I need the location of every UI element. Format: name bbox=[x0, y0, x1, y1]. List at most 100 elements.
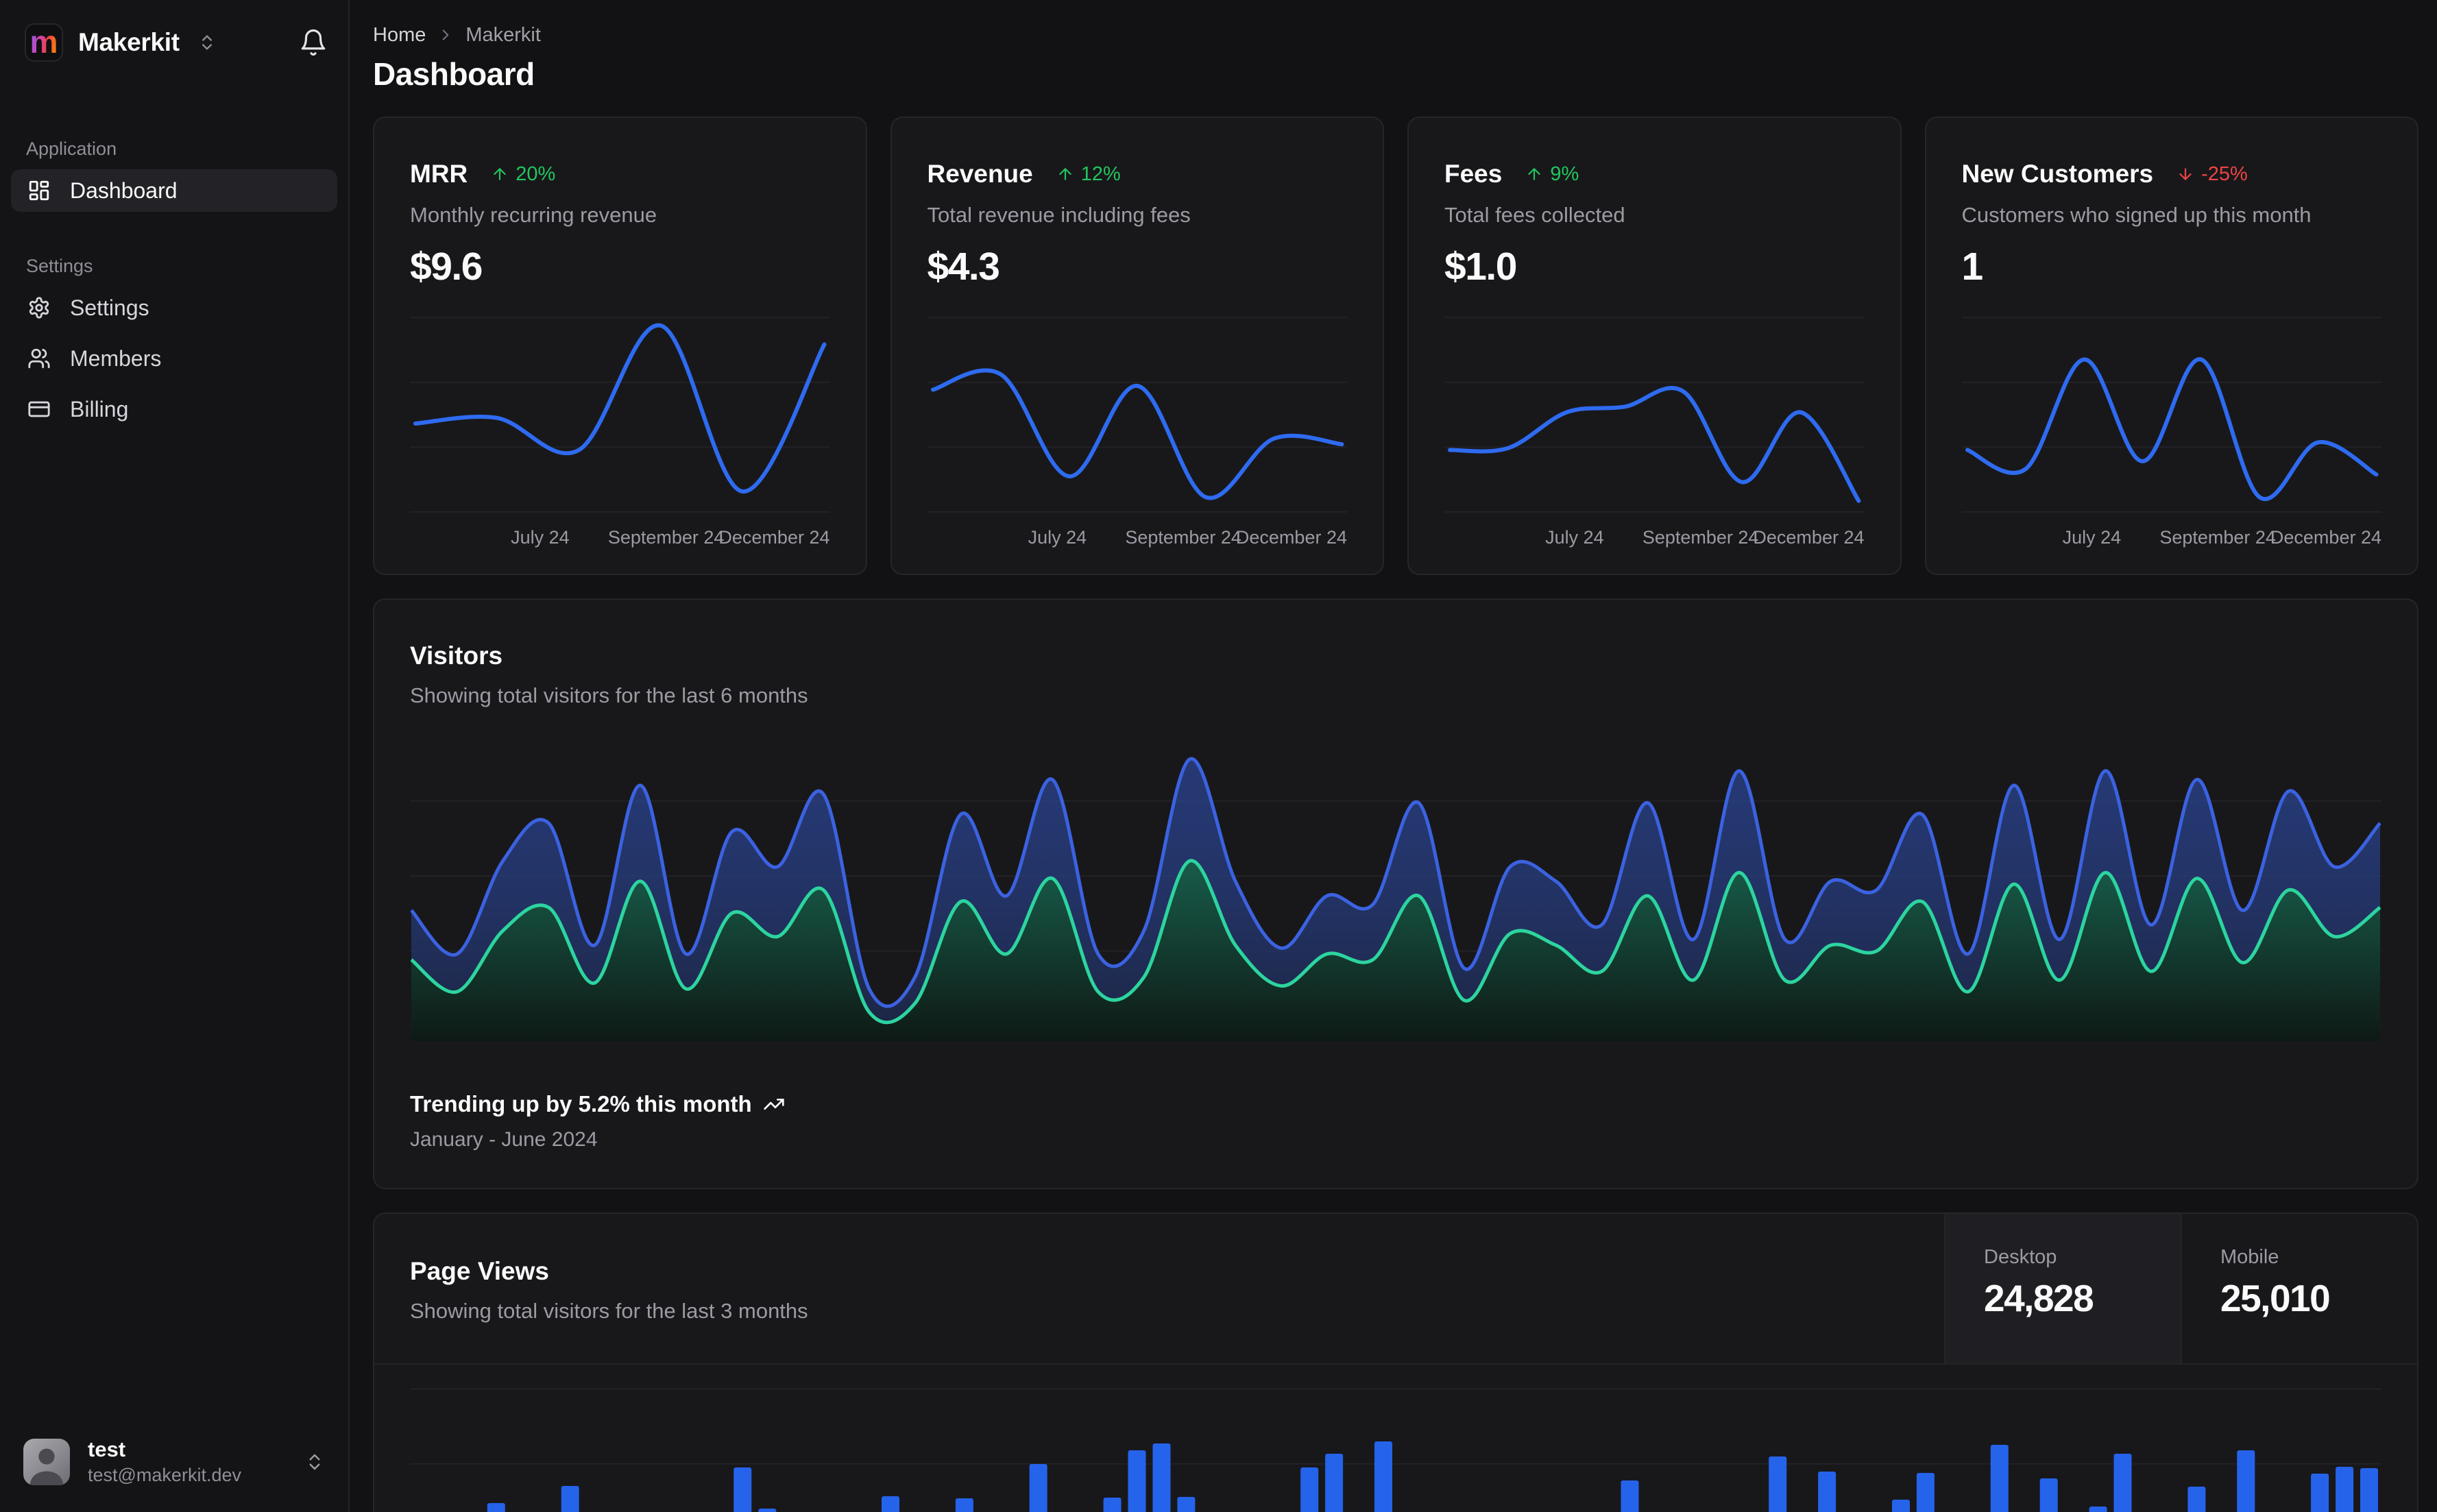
x-axis-label: July 24 bbox=[1028, 527, 1087, 548]
x-axis-label: July 24 bbox=[511, 527, 570, 548]
page-views-title: Page Views bbox=[410, 1257, 549, 1285]
workspace-switcher[interactable]: m Makerkit bbox=[0, 0, 348, 62]
sidebar-item-label: Billing bbox=[70, 396, 129, 422]
stat-card-grid: MRR 20% Monthly recurring revenue $9.6 J… bbox=[373, 117, 2418, 575]
x-axis-label: December 24 bbox=[1753, 527, 1865, 548]
makerkit-logo: m bbox=[25, 23, 63, 62]
sidebar-item-settings[interactable]: Settings bbox=[11, 286, 337, 329]
tab-value: 25,010 bbox=[2220, 1277, 2331, 1319]
avatar bbox=[23, 1439, 70, 1486]
page-views-tabs: Desktop 24,828 Mobile 25,010 bbox=[1944, 1214, 2417, 1363]
arrow-down-icon bbox=[2177, 165, 2194, 183]
trend-summary-text: Trending up by 5.2% this month bbox=[410, 1091, 752, 1117]
stat-card-revenue: Revenue 12% Total revenue including fees… bbox=[890, 117, 1384, 575]
user-name: test bbox=[88, 1437, 126, 1462]
stat-card-title: MRR bbox=[410, 160, 468, 188]
trend-badge-value: 20% bbox=[516, 163, 556, 185]
trend-badge: 9% bbox=[1525, 159, 1579, 189]
x-axis-labels: July 24 September 24 December 24 bbox=[410, 520, 829, 550]
gear-icon bbox=[27, 296, 51, 319]
trend-summary: Trending up by 5.2% this month bbox=[410, 1090, 2381, 1118]
tab-value: 24,828 bbox=[1984, 1277, 2094, 1319]
breadcrumb-current: Makerkit bbox=[465, 23, 541, 46]
stat-card-value: 1 bbox=[1961, 245, 1984, 289]
x-axis-labels: July 24 September 24 December 24 bbox=[927, 520, 1347, 550]
x-axis-label: December 24 bbox=[1235, 527, 1347, 548]
stat-card-header: MRR 20% bbox=[410, 159, 830, 189]
tab-label: Mobile bbox=[2220, 1246, 2279, 1268]
stat-card-title: Fees bbox=[1444, 160, 1503, 188]
visitors-area-chart bbox=[410, 741, 2381, 1041]
visitors-subtitle: Showing total visitors for the last 6 mo… bbox=[410, 683, 808, 707]
sidebar-item-label: Settings bbox=[70, 295, 149, 320]
breadcrumb-home-link[interactable]: Home bbox=[373, 24, 426, 47]
x-axis-label: September 24 bbox=[1642, 527, 1759, 548]
x-axis-labels: July 24 September 24 December 24 bbox=[1444, 520, 1865, 550]
sidebar-item-billing[interactable]: Billing bbox=[11, 388, 337, 430]
tab-desktop[interactable]: Desktop 24,828 bbox=[1944, 1214, 2181, 1363]
stat-card-header: New Customers -25% bbox=[1962, 159, 2382, 189]
tab-label: Desktop bbox=[1984, 1246, 2057, 1268]
trend-badge-value: -25% bbox=[2201, 163, 2248, 185]
user-menu[interactable]: test test@makerkit.dev bbox=[11, 1431, 337, 1493]
stat-card-fees: Fees 9% Total fees collected $1.0 July 2… bbox=[1407, 117, 1902, 575]
chevron-right-icon bbox=[437, 26, 454, 44]
x-axis-label: September 24 bbox=[2159, 527, 2276, 548]
trend-badge-value: 9% bbox=[1550, 163, 1579, 185]
credit-card-icon bbox=[27, 398, 51, 421]
page-views-bar-chart bbox=[410, 1376, 2381, 1512]
stat-card-subtitle: Total fees collected bbox=[1444, 203, 1625, 227]
sparkline-chart bbox=[1444, 307, 1865, 516]
layout-dashboard-icon bbox=[27, 179, 51, 202]
page-views-header-text: Page Views Showing total visitors for th… bbox=[374, 1214, 1944, 1363]
arrow-up-icon bbox=[1056, 165, 1074, 183]
user-meta: test test@makerkit.dev bbox=[88, 1438, 241, 1486]
visitors-card: Visitors Showing total visitors for the … bbox=[373, 598, 2418, 1189]
x-axis-label: July 24 bbox=[1545, 527, 1604, 548]
sidebar-item-members[interactable]: Members bbox=[11, 337, 337, 380]
x-axis-label: July 24 bbox=[2062, 527, 2122, 548]
x-axis-label: September 24 bbox=[607, 527, 725, 548]
user-email: test@makerkit.dev bbox=[88, 1465, 241, 1486]
stat-card-value: $4.3 bbox=[927, 245, 1000, 289]
x-axis-labels: July 24 September 24 December 24 bbox=[1962, 520, 2381, 550]
main-content: Home Makerkit Dashboard MRR 20% Monthly … bbox=[350, 0, 2437, 1512]
sparkline-chart bbox=[1961, 307, 2381, 516]
stat-card-subtitle: Monthly recurring revenue bbox=[410, 203, 657, 227]
stat-card-header: Revenue 12% bbox=[927, 159, 1348, 189]
sparkline-chart bbox=[927, 307, 1347, 516]
stat-card-title: Revenue bbox=[927, 160, 1033, 188]
trend-badge: 12% bbox=[1056, 159, 1121, 189]
stat-card-subtitle: Customers who signed up this month bbox=[1961, 203, 2312, 227]
trend-badge: 20% bbox=[491, 159, 555, 189]
sidebar-nav: Application Dashboard Settings Settings … bbox=[0, 138, 348, 430]
stat-card-title: New Customers bbox=[1961, 160, 2154, 188]
stat-card-header: Fees 9% bbox=[1444, 159, 1865, 189]
breadcrumb: Home Makerkit bbox=[373, 23, 2418, 47]
visitors-title: Visitors bbox=[410, 642, 503, 670]
users-icon bbox=[27, 347, 51, 370]
stat-card-mrr: MRR 20% Monthly recurring revenue $9.6 J… bbox=[373, 117, 867, 575]
sidebar-item-label: Members bbox=[70, 345, 162, 371]
chevrons-up-down-icon bbox=[304, 1452, 325, 1472]
page-views-subtitle: Showing total visitors for the last 3 mo… bbox=[410, 1299, 808, 1323]
trend-badge-value: 12% bbox=[1080, 163, 1121, 185]
arrow-up-icon bbox=[1525, 165, 1543, 183]
notifications-bell-icon[interactable] bbox=[299, 28, 328, 57]
x-axis-label: December 24 bbox=[2270, 527, 2381, 548]
sidebar: m Makerkit Application Dashboard Setting… bbox=[0, 0, 350, 1512]
tab-mobile[interactable]: Mobile 25,010 bbox=[2181, 1214, 2417, 1363]
stat-card-value: $1.0 bbox=[1444, 245, 1517, 289]
sidebar-item-label: Dashboard bbox=[70, 178, 178, 203]
chevrons-up-down-icon[interactable] bbox=[197, 33, 217, 52]
page-views-card: Page Views Showing total visitors for th… bbox=[373, 1212, 2418, 1512]
page-title: Dashboard bbox=[373, 56, 535, 92]
trending-up-icon bbox=[763, 1093, 785, 1115]
nav-section-label-application: Application bbox=[26, 138, 117, 159]
makerkit-dashboard-app: m Makerkit Application Dashboard Setting… bbox=[0, 0, 2437, 1512]
sparkline-chart bbox=[410, 307, 830, 516]
makerkit-logo-letter: m bbox=[29, 24, 58, 60]
stat-card-new-customers: New Customers -25% Customers who signed … bbox=[1924, 117, 2418, 575]
sidebar-item-dashboard[interactable]: Dashboard bbox=[11, 169, 337, 212]
x-axis-label: September 24 bbox=[1125, 527, 1241, 548]
